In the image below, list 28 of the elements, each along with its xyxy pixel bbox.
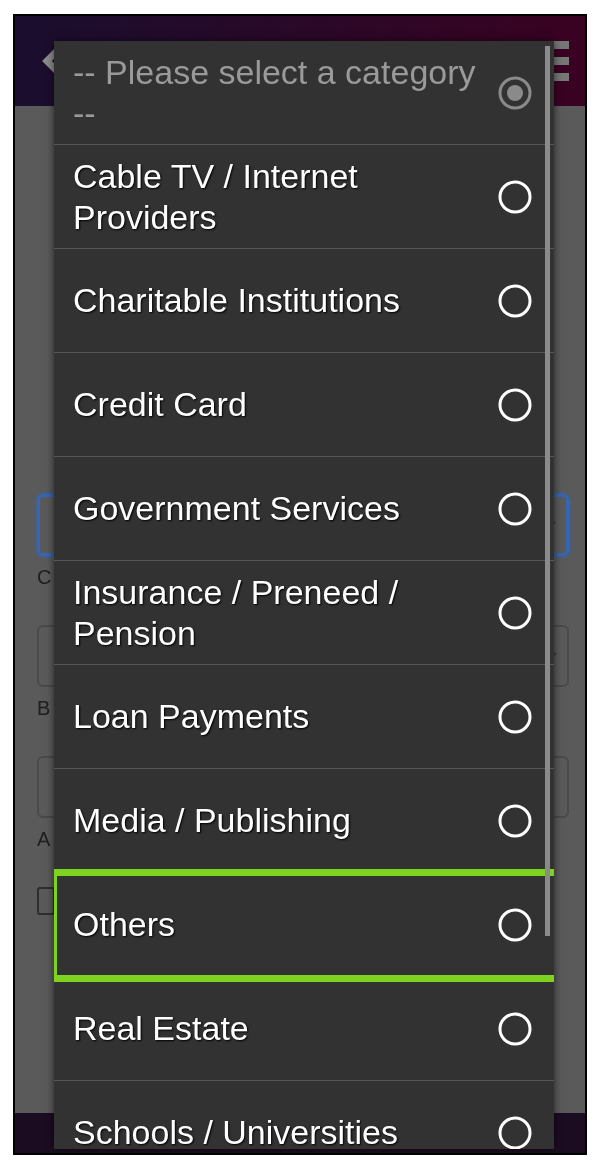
radio-icon[interactable] — [498, 803, 532, 838]
option-label: Schools / Universities — [73, 1112, 398, 1149]
option-label: Others — [73, 904, 176, 945]
option-label: -- Please select a category -- — [73, 51, 477, 134]
option-label: Real Estate — [73, 1008, 249, 1049]
radio-icon[interactable] — [498, 491, 532, 526]
category-option[interactable]: Others — [54, 873, 554, 977]
radio-icon[interactable] — [498, 283, 532, 318]
option-label: Insurance / Preneed / Pension — [73, 571, 400, 654]
radio-icon[interactable] — [498, 179, 532, 214]
radio-icon[interactable] — [498, 1011, 532, 1046]
field-label: A — [37, 828, 51, 851]
checkbox[interactable] — [37, 887, 55, 915]
category-option[interactable]: Schools / Universities — [54, 1081, 554, 1149]
radio-icon[interactable] — [498, 595, 532, 630]
radio-icon[interactable] — [498, 907, 532, 942]
option-label: Charitable Institutions — [73, 280, 400, 321]
option-label: Government Services — [73, 488, 400, 529]
radio-icon[interactable] — [498, 1115, 532, 1149]
radio-icon[interactable] — [498, 387, 532, 422]
option-label: Credit Card — [73, 384, 247, 425]
field-label: C — [37, 566, 52, 589]
radio-icon[interactable] — [498, 699, 532, 734]
category-option[interactable]: Real Estate — [54, 977, 554, 1081]
option-label: Cable TV / Internet Providers — [73, 155, 359, 238]
option-label: Loan Payments — [73, 696, 310, 737]
field-label: B — [37, 697, 51, 720]
option-label: Media / Publishing — [73, 800, 351, 841]
